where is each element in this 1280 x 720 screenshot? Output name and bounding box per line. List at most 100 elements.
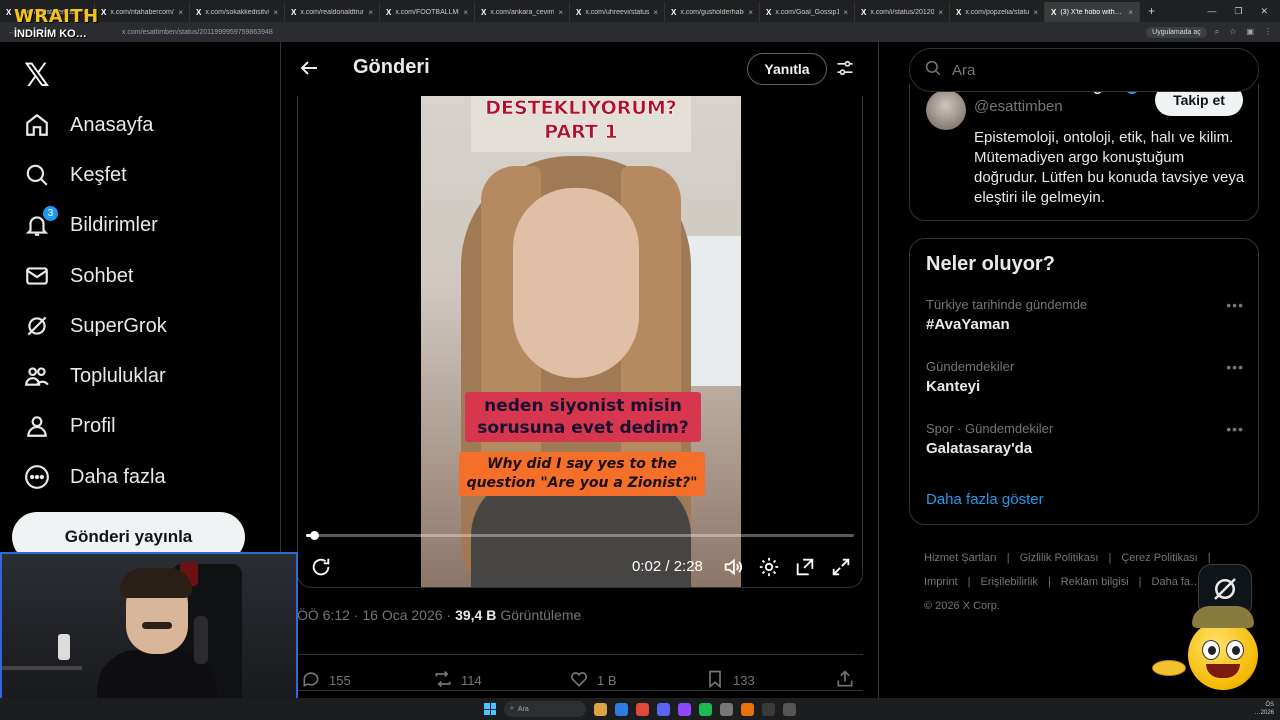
footer-link[interactable]: Çerez Politikası <box>1121 546 1197 570</box>
back-arrow-icon[interactable] <box>297 56 321 80</box>
close-icon[interactable]: × <box>653 8 658 17</box>
like-action[interactable]: 1 B <box>569 669 617 692</box>
open-in-app-button[interactable]: Uygulamada aç <box>1146 26 1207 38</box>
sidebar-item-supergrok[interactable]: SuperGrok <box>24 313 167 339</box>
post-timestamp[interactable]: ÖÖ 6:12 · 16 Oca 2026 · <box>297 607 451 623</box>
sidebar-item-more[interactable]: Daha fazla <box>24 464 166 490</box>
more-options-icon[interactable]: ••• <box>1226 421 1244 437</box>
browser-tab[interactable]: Xx.com/FOOTBALLMOME…× <box>380 2 475 22</box>
windows-start-icon[interactable] <box>484 703 496 715</box>
footer-link[interactable]: Hizmet Şartları <box>924 546 997 570</box>
trend-item[interactable]: Türkiye tarihinde gündemde #AvaYaman ••• <box>926 297 1244 333</box>
browser-tab[interactable]: Xx.com/gusholderhabe…× <box>665 2 760 22</box>
sidebar-item-home[interactable]: Anasayfa <box>24 112 153 138</box>
footer-link[interactable]: Reklam bilgisi <box>1061 570 1129 594</box>
share-action[interactable] <box>835 669 855 692</box>
x-favicon-icon: X <box>956 7 962 17</box>
profile-handle[interactable]: @esattimben <box>974 98 1063 115</box>
menu-icon[interactable]: ⋮ <box>1264 27 1272 37</box>
replay-icon[interactable] <box>310 556 332 578</box>
profile-card: hobo with a shotgun @esattimben Takip et… <box>909 84 1259 221</box>
app-icon[interactable] <box>741 702 754 716</box>
close-window-icon[interactable]: ✕ <box>1260 6 1268 17</box>
browser-tab[interactable]: Xx.com/popzelia/statu… × <box>950 2 1045 22</box>
show-more-link[interactable]: Daha fazla göster <box>926 491 1044 508</box>
new-tab-button[interactable]: + <box>1140 4 1163 18</box>
video-progress-knob[interactable] <box>309 531 319 540</box>
sliders-icon[interactable] <box>835 58 855 78</box>
close-icon[interactable]: × <box>843 8 848 17</box>
browser-icon[interactable] <box>615 702 628 716</box>
maximize-icon[interactable]: ❐ <box>1234 6 1242 17</box>
discord-icon[interactable] <box>657 702 670 716</box>
minimize-icon[interactable]: — <box>1207 6 1216 17</box>
video-player[interactable]: DESTEKLIYORUM? PART 1 neden siyonist mis… <box>297 96 863 588</box>
url-field[interactable]: x.com/esattimben/status/2011999959759863… <box>122 29 273 36</box>
taskbar-search[interactable]: ⌕ Ara <box>504 701 586 717</box>
repost-action[interactable]: 114 <box>433 669 482 692</box>
os-taskbar: ⌕ Ara ÖS …2026 <box>0 698 1280 720</box>
close-icon[interactable]: × <box>938 8 943 17</box>
sidebar-item-notifications[interactable]: 3 Bildirimler <box>24 206 158 238</box>
close-icon[interactable]: × <box>178 8 183 17</box>
twitch-icon[interactable] <box>678 702 691 716</box>
video-progress-bar[interactable] <box>306 531 854 540</box>
envelope-icon <box>24 263 50 289</box>
microphone <box>194 616 208 664</box>
x-favicon-icon: X <box>671 7 677 17</box>
window-controls: — ❐ ✕ <box>1207 6 1280 17</box>
footer-link[interactable]: Daha fa… <box>1152 570 1202 594</box>
browser-tab[interactable]: Xx.com/realdonaldtrum…× <box>285 2 380 22</box>
avatar[interactable] <box>926 90 966 130</box>
browser-tab-active[interactable]: X (3) X'te hobo with… × <box>1045 2 1140 22</box>
browser-tab[interactable]: Xx.com/i/status/201201…× <box>855 2 950 22</box>
chrome-icon[interactable] <box>636 702 649 716</box>
footer-link[interactable]: Erişilebilirlik <box>980 570 1037 594</box>
x-favicon-icon: X <box>576 7 582 17</box>
close-icon[interactable]: × <box>748 8 753 17</box>
reply-button[interactable]: Yanıtla <box>747 53 827 85</box>
search-icon: ⌕ <box>510 705 514 712</box>
trend-item[interactable]: Spor · Gündemdekiler Galatasaray'da ••• <box>926 421 1244 457</box>
x-favicon-icon: X <box>291 7 297 17</box>
trend-item[interactable]: Gündemdekiler Kanteyi ••• <box>926 359 1244 395</box>
x-logo-icon[interactable]: 𝕏 <box>24 56 50 94</box>
close-icon[interactable]: × <box>273 8 278 17</box>
more-options-icon[interactable]: ••• <box>1226 297 1244 313</box>
sidebar-item-chat[interactable]: Sohbet <box>24 263 133 289</box>
spotify-icon[interactable] <box>699 702 712 716</box>
picture-in-picture-icon[interactable] <box>794 556 816 578</box>
sidebar-item-explore[interactable]: Keşfet <box>24 162 127 188</box>
volume-icon[interactable] <box>722 556 744 578</box>
fullscreen-icon[interactable] <box>830 556 852 578</box>
obs-icon[interactable] <box>762 702 775 716</box>
browser-tab[interactable]: Xx.com/sokakkedisitv/s…× <box>190 2 285 22</box>
bookmark-star-icon[interactable]: ☆ <box>1229 27 1236 37</box>
divider <box>297 690 863 691</box>
file-explorer-icon[interactable] <box>594 702 607 716</box>
bookmark-action[interactable]: 133 <box>705 669 755 692</box>
extensions-icon[interactable]: ▣ <box>1246 27 1254 37</box>
browser-tab[interactable]: Xx.com/Goal_Gossip1/s…× <box>760 2 855 22</box>
zoom-icon[interactable]: ⌕ <box>1215 27 1219 37</box>
grok-icon <box>24 313 50 339</box>
app-icon[interactable] <box>720 702 733 716</box>
sidebar-item-communities[interactable]: Topluluklar <box>24 363 166 389</box>
footer-link[interactable]: Imprint <box>924 570 958 594</box>
browser-tab[interactable]: Xx.com/uhreevi/status/…× <box>570 2 665 22</box>
footer-link[interactable]: Gizlilik Politikası <box>1020 546 1099 570</box>
close-icon[interactable]: × <box>463 8 468 17</box>
search-input[interactable]: Ara <box>909 48 1259 92</box>
close-icon[interactable]: × <box>368 8 373 17</box>
close-icon[interactable]: × <box>1128 8 1133 17</box>
close-icon[interactable]: × <box>558 8 563 17</box>
video-caption-title: DESTEKLIYORUM? PART 1 <box>471 96 691 152</box>
sidebar-item-profile[interactable]: Profil <box>24 413 116 439</box>
browser-tab[interactable]: Xx.com/ankara_cevimne…× <box>475 2 570 22</box>
close-icon[interactable]: × <box>1033 8 1038 17</box>
browser-tab[interactable]: Xx.com/ntahabercom/s…× <box>95 2 190 22</box>
gear-icon[interactable] <box>758 556 780 578</box>
reply-action[interactable]: 155 <box>301 669 351 692</box>
more-options-icon[interactable]: ••• <box>1226 359 1244 375</box>
app-icon[interactable] <box>783 702 796 716</box>
